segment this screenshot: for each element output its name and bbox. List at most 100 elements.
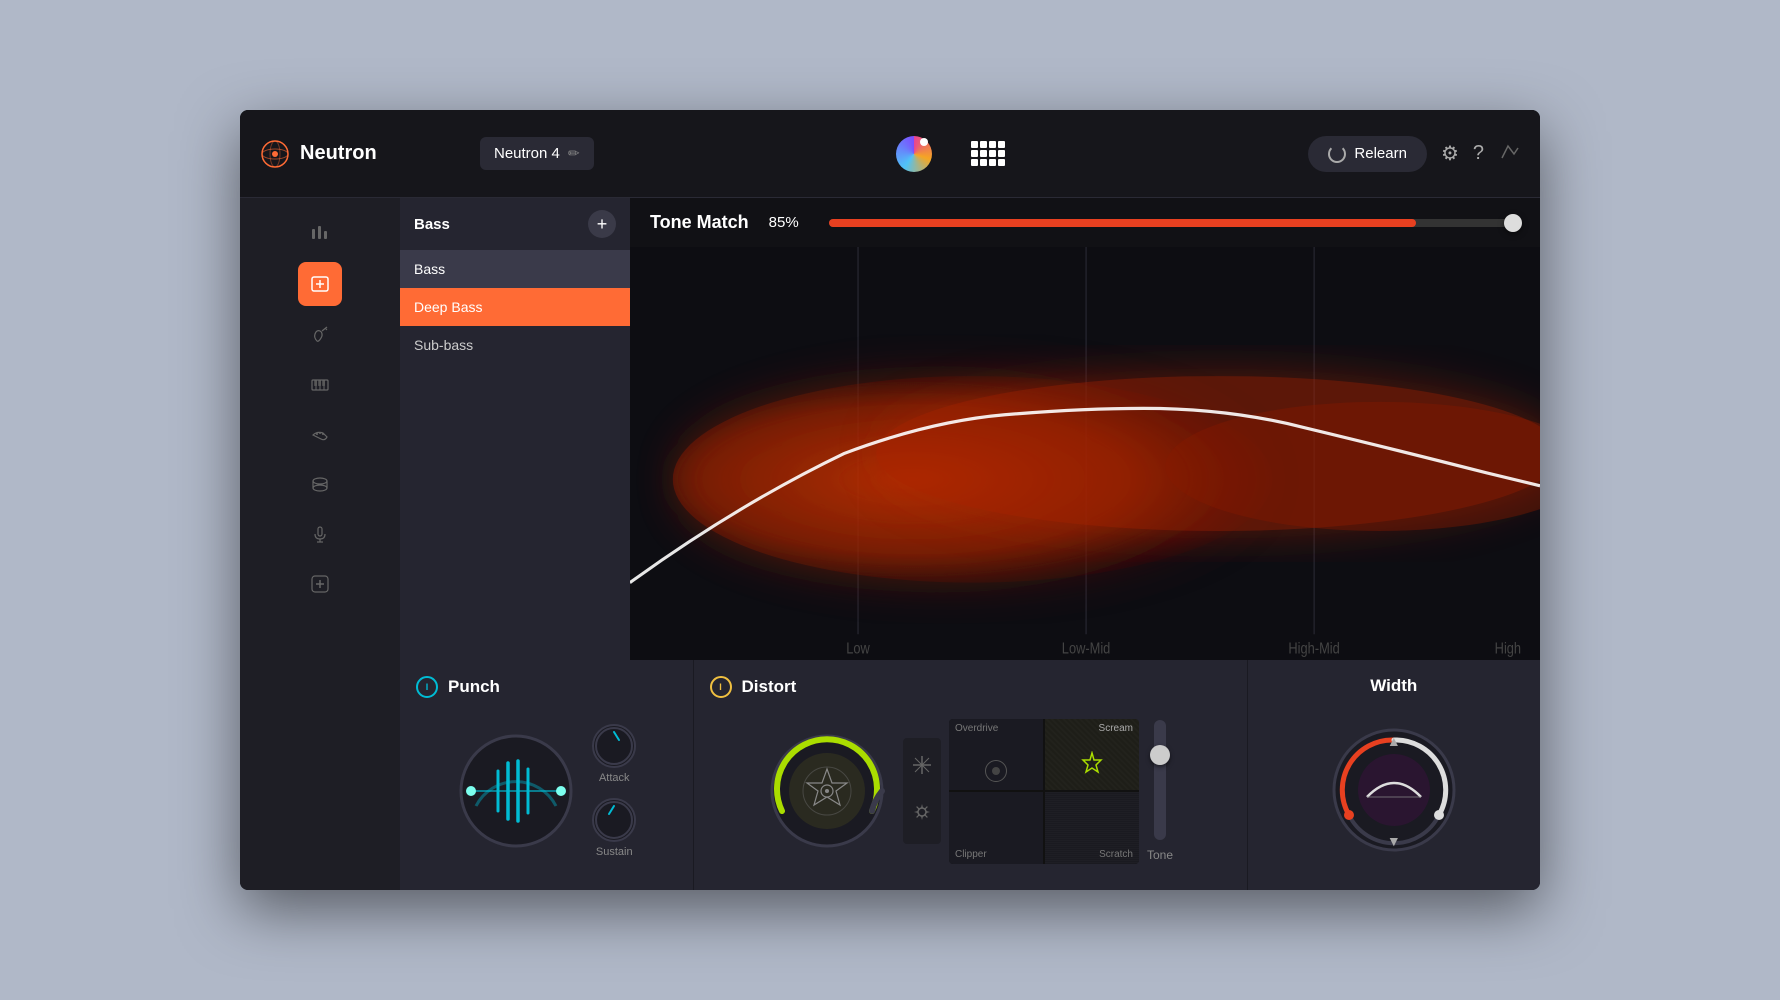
sidebar-item-keys[interactable] [298, 362, 342, 406]
punch-main-knob[interactable] [456, 731, 576, 851]
distort-panel: I Distort [694, 660, 1248, 890]
grid-mode-button[interactable] [966, 132, 1010, 176]
distort-power-toggle[interactable]: I [710, 676, 732, 698]
settings-button[interactable]: ⚙ [1441, 141, 1459, 166]
instrument-list-title: Bass [414, 216, 450, 233]
sidebar-item-compressor[interactable] [298, 262, 342, 306]
distort-type-sparkle[interactable] [911, 754, 933, 781]
width-main-knob[interactable]: ▲ ▼ [1329, 725, 1459, 855]
distort-knob-svg [767, 731, 887, 851]
width-panel-title: Width [1370, 676, 1417, 696]
punch-panel-header: I Punch [416, 676, 677, 698]
distort-grid-area: Overdrive Scream [903, 719, 1173, 864]
add-instrument-button[interactable]: + [588, 210, 616, 238]
list-item[interactable]: Bass [400, 250, 630, 288]
distort-panel-title: Distort [742, 677, 797, 697]
tone-match-percent: 85% [769, 214, 799, 231]
bottom-panels: I Punch [400, 660, 1540, 890]
tone-match-header: Tone Match 85% [630, 198, 1540, 247]
distort-panel-content: Overdrive Scream [710, 708, 1231, 874]
sidebar-item-trumpet[interactable] [298, 412, 342, 456]
distort-type-gear[interactable] [911, 801, 933, 828]
sustain-knob[interactable] [592, 798, 636, 842]
distort-type-icons [903, 738, 941, 844]
punch-panel-title: Punch [448, 677, 500, 697]
attack-knob-svg [594, 726, 634, 766]
overdrive-label: Overdrive [955, 723, 998, 734]
width-down-arrow[interactable]: ▼ [1387, 833, 1401, 849]
punch-power-icon: I [426, 682, 429, 692]
vocal-icon [309, 523, 331, 545]
sidebar-item-drum[interactable] [298, 462, 342, 506]
punch-panel-content: Attack Sustain [416, 708, 677, 874]
svg-text:Low-Mid: Low-Mid [1062, 640, 1111, 657]
relearn-icon [1328, 145, 1346, 163]
scratch-label: Scratch [1099, 849, 1133, 860]
equalizer-icon [309, 223, 331, 245]
drum-icon [309, 473, 331, 495]
punch-power-toggle[interactable]: I [416, 676, 438, 698]
app-window: Neutron Neutron 4 ✏ Relearn ⚙ [240, 110, 1540, 890]
header: Neutron Neutron 4 ✏ Relearn ⚙ [240, 110, 1540, 198]
relearn-button[interactable]: Relearn [1308, 136, 1427, 172]
tone-visualization: Low Low-Mid High-Mid High [630, 247, 1540, 660]
neutron-logo-icon [260, 139, 290, 169]
instrument-list-header: Bass + [400, 198, 630, 250]
guitar-icon [309, 323, 331, 345]
width-panel-header: Width [1264, 676, 1525, 696]
visual-mode-button[interactable] [892, 132, 936, 176]
list-item[interactable]: Deep Bass [400, 288, 630, 326]
punch-small-knobs: Attack Sustain [592, 724, 636, 858]
distort-cell-scream[interactable]: Scream [1045, 719, 1139, 791]
distort-panel-header: I Distort [710, 676, 1231, 698]
route-icon [1498, 140, 1520, 162]
sidebar-item-equalizer[interactable] [298, 212, 342, 256]
logo-area: Neutron [260, 139, 480, 169]
tone-slider[interactable] [1154, 720, 1166, 840]
panel-area: Bass + Bass Deep Bass Sub-bass Tone Matc… [400, 198, 1540, 890]
tone-slider-thumb [1150, 745, 1170, 765]
svg-text:Low: Low [846, 640, 870, 657]
distort-main-knob[interactable] [767, 731, 887, 851]
sustain-knob-wrap: Sustain [592, 798, 636, 858]
help-button[interactable]: ? [1473, 142, 1484, 165]
tone-match-slider[interactable] [829, 219, 1520, 227]
top-panel: Bass + Bass Deep Bass Sub-bass Tone Matc… [400, 198, 1540, 660]
visual-mode-icon [896, 136, 932, 172]
preset-selector[interactable]: Neutron 4 ✏ [480, 137, 594, 170]
trumpet-icon [309, 423, 331, 445]
main-content: Bass + Bass Deep Bass Sub-bass Tone Matc… [240, 198, 1540, 890]
sparkle-icon [911, 754, 933, 776]
svg-text:High-Mid: High-Mid [1288, 640, 1339, 657]
list-item[interactable]: Sub-bass [400, 326, 630, 364]
tone-control: Tone [1147, 720, 1173, 862]
punch-knob-svg [456, 731, 576, 851]
header-center [594, 132, 1309, 176]
sidebar-item-add[interactable] [298, 562, 342, 606]
sidebar-item-guitar[interactable] [298, 312, 342, 356]
tone-match-title: Tone Match [650, 212, 749, 233]
clipper-label: Clipper [955, 849, 987, 860]
overdrive-indicator [985, 760, 1007, 782]
width-up-arrow[interactable]: ▲ [1387, 733, 1401, 749]
tone-label: Tone [1147, 848, 1173, 862]
sustain-knob-svg [594, 800, 634, 840]
edit-preset-icon: ✏ [568, 145, 580, 162]
distort-cell-scratch[interactable]: Scratch [1045, 792, 1139, 864]
instrument-list: Bass + Bass Deep Bass Sub-bass [400, 198, 630, 660]
distort-power-icon: I [719, 682, 722, 692]
distort-cell-clipper[interactable]: Clipper [949, 792, 1043, 864]
scream-selected-icon [1079, 751, 1105, 782]
tone-match: Tone Match 85% [630, 198, 1540, 660]
attack-label: Attack [599, 772, 630, 784]
add-icon [309, 573, 331, 595]
sidebar-item-vocal[interactable] [298, 512, 342, 556]
attack-knob[interactable] [592, 724, 636, 768]
width-panel: Width [1248, 660, 1541, 890]
gear-distort-icon [911, 801, 933, 823]
distort-cell-overdrive[interactable]: Overdrive [949, 719, 1043, 791]
svg-text:High: High [1495, 640, 1521, 657]
attack-knob-wrap: Attack [592, 724, 636, 784]
route-button[interactable] [1498, 140, 1520, 168]
distort-type-grid: Overdrive Scream [949, 719, 1139, 864]
